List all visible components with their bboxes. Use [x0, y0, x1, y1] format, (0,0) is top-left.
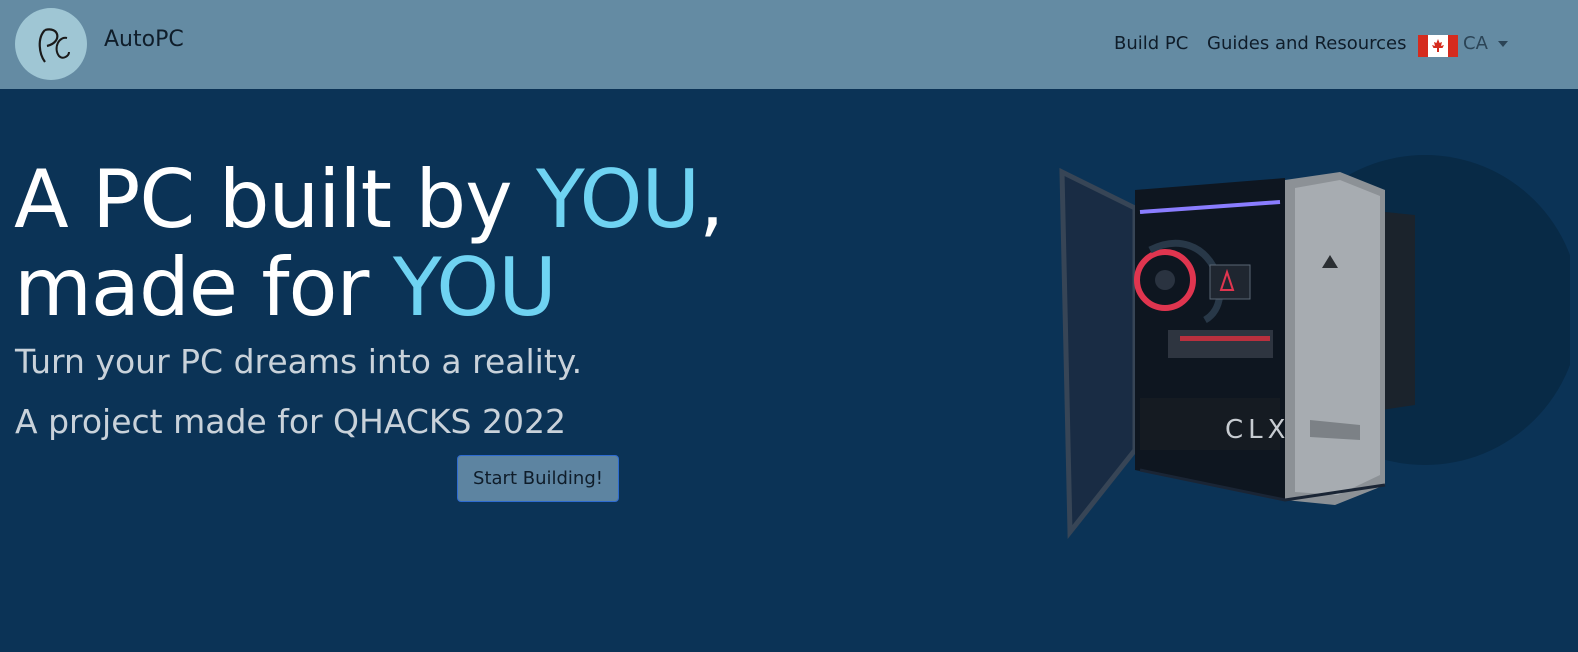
hero-title-line-2: made for YOU: [14, 248, 557, 328]
hero-subtitle: Turn your PC dreams into a reality.: [15, 342, 583, 381]
hero-accent-you: YOU: [392, 241, 557, 334]
hero-accent-you: YOU: [535, 153, 700, 246]
hero-comma: ,: [699, 153, 724, 246]
canada-flag-icon[interactable]: [1418, 35, 1458, 57]
hero-text: A PC built by: [14, 153, 536, 246]
hero-subtitle-project: A project made for QHACKS 2022: [15, 402, 566, 441]
hero-title-line-1: A PC built by YOU,: [14, 160, 724, 240]
start-building-button[interactable]: Start Building!: [457, 455, 619, 502]
chevron-down-icon[interactable]: [1498, 41, 1508, 47]
pc-case-image: CLX: [1040, 150, 1578, 570]
top-navbar: PC AutoPC Build PC Guides and Resources …: [0, 0, 1578, 89]
brand-name[interactable]: AutoPC: [104, 27, 184, 52]
autopc-logo[interactable]: PC: [15, 8, 87, 80]
nav-build-pc[interactable]: Build PC: [1114, 33, 1188, 54]
case-label: CLX: [1225, 415, 1290, 445]
nav-guides-resources[interactable]: Guides and Resources: [1207, 33, 1406, 54]
region-selector[interactable]: CA: [1463, 33, 1488, 54]
hero-text: made for: [14, 241, 393, 334]
